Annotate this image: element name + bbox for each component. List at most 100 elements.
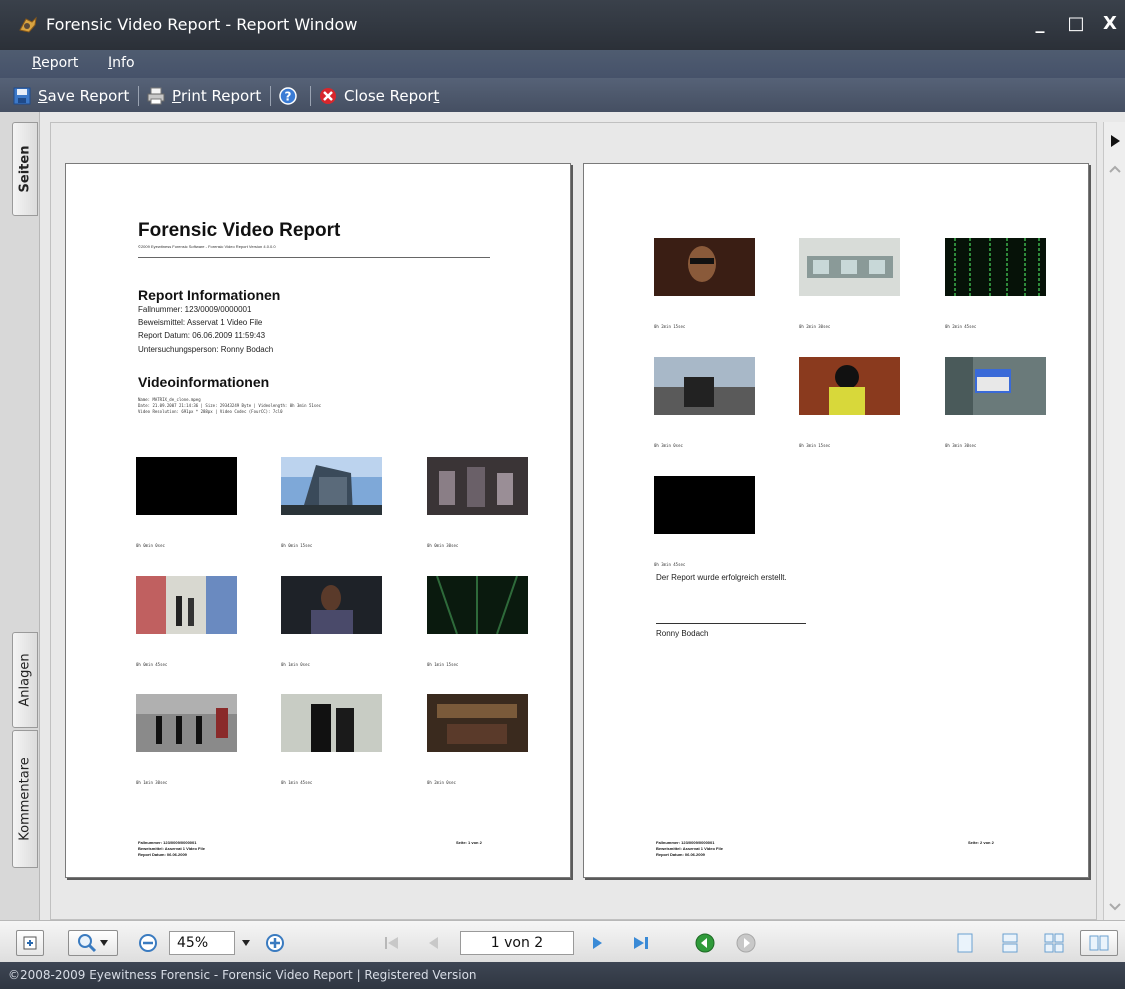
multi-page-icon xyxy=(1044,933,1064,953)
info-line: Report Datum: 06.06.2009 11:59:43 xyxy=(138,331,266,340)
title-bar: Forensic Video Report - Report Window _ … xyxy=(0,0,1125,50)
tab-anlagen[interactable]: Anlagen xyxy=(12,632,38,728)
title-divider xyxy=(138,257,490,258)
facing-pages-icon xyxy=(1089,935,1109,951)
section-video-info: Videoinformationen xyxy=(138,374,270,390)
zoom-dropdown-button[interactable] xyxy=(238,930,254,956)
tab-kommentare[interactable]: Kommentare xyxy=(12,730,38,868)
last-page-button[interactable] xyxy=(628,930,654,956)
video-thumbnail xyxy=(281,457,382,515)
video-thumbnail xyxy=(281,576,382,634)
footer-info: Fallnummer: 123/0009/0000001 Beweismitte… xyxy=(656,840,723,858)
save-label: ave Report xyxy=(47,87,130,105)
page-number-field[interactable]: 1 von 2 xyxy=(460,931,574,955)
save-icon xyxy=(13,87,31,105)
navigation-bar: 45% 1 von 2 xyxy=(0,920,1125,962)
toolbar-separator xyxy=(138,86,139,106)
thumbnail-caption: 0h 1min 30sec xyxy=(136,780,168,785)
close-window-button[interactable]: X xyxy=(1098,12,1122,36)
add-page-button[interactable] xyxy=(16,930,44,956)
footer-info: Fallnummer: 123/0009/0000001 Beweismitte… xyxy=(138,840,205,858)
first-page-button[interactable] xyxy=(380,930,404,956)
print-icon xyxy=(147,87,165,105)
video-line: Name: MATRIX_de_clone.mpeg xyxy=(138,397,201,402)
minimize-button[interactable]: _ xyxy=(1028,12,1052,36)
info-line: Fallnummer: 123/0009/0000001 xyxy=(138,305,252,314)
save-mnemonic: S xyxy=(38,87,48,105)
thumbnail-caption: 0h 1min 0sec xyxy=(281,662,310,667)
footer-line: Report Datum: 06.06.2009 xyxy=(138,852,187,857)
menu-bar: Report Info xyxy=(0,50,1125,78)
close-report-button[interactable]: Close Repor t xyxy=(318,85,439,107)
menu-report[interactable]: Report xyxy=(32,55,78,71)
video-thumbnail xyxy=(427,457,528,515)
continuous-button[interactable] xyxy=(998,930,1022,956)
scroll-down-icon[interactable] xyxy=(1109,902,1121,912)
save-report-button[interactable]: Save Report xyxy=(12,85,129,107)
zoom-out-icon xyxy=(139,934,157,952)
maximize-button[interactable]: □ xyxy=(1064,12,1088,36)
zoom-out-button[interactable] xyxy=(135,930,161,956)
video-thumbnail xyxy=(799,357,900,415)
multi-page-button[interactable] xyxy=(1042,930,1066,956)
video-thumbnail xyxy=(427,694,528,752)
facing-pages-button[interactable] xyxy=(1080,930,1118,956)
prev-page-icon xyxy=(429,937,438,949)
menu-report-mnemonic: R xyxy=(32,55,42,71)
toolbar-separator xyxy=(270,86,271,106)
thumbnail-caption: 0h 2min 30sec xyxy=(799,324,831,329)
report-copyright: ©2009 Eyewitness Forensic Software - For… xyxy=(138,244,276,249)
zoom-in-button[interactable] xyxy=(262,930,288,956)
close-report-label: Close Repor xyxy=(344,87,434,105)
zoom-tool-button[interactable] xyxy=(68,930,118,956)
video-thumbnail xyxy=(654,476,755,534)
menu-info[interactable]: Info xyxy=(108,55,135,71)
report-page-1: Forensic Video Report ©2009 Eyewitness F… xyxy=(65,163,571,878)
page-number-label: Seite: 1 von 2 xyxy=(456,840,482,845)
tab-seiten[interactable]: Seiten xyxy=(12,122,38,216)
report-title: Forensic Video Report xyxy=(138,220,341,241)
video-thumbnail xyxy=(654,238,755,296)
thumbnail-caption: 0h 3min 15sec xyxy=(799,443,831,448)
video-line: Date: 21.09.2007 21:14:36 | Size: 293432… xyxy=(138,403,322,408)
vertical-scrollbar[interactable] xyxy=(1103,122,1125,920)
next-page-button[interactable] xyxy=(585,930,609,956)
thumbnail-caption: 0h 0min 45sec xyxy=(136,662,168,667)
thumbnail-caption: 0h 2min 45sec xyxy=(945,324,977,329)
prev-page-button[interactable] xyxy=(422,930,446,956)
thumbnail-caption: 0h 0min 0sec xyxy=(136,543,165,548)
tab-anlagen-label: Anlagen xyxy=(17,653,33,707)
forward-button[interactable] xyxy=(733,930,759,956)
section-report-info: Report Informationen xyxy=(138,287,281,303)
toolbar-separator xyxy=(310,86,311,106)
next-page-icon xyxy=(593,937,602,949)
close-report-mnemonic: t xyxy=(433,87,440,105)
first-page-icon xyxy=(385,937,398,949)
video-thumbnail xyxy=(945,357,1046,415)
svg-text:?: ? xyxy=(285,90,292,104)
report-window: Forensic Video Report - Report Window _ … xyxy=(0,0,1125,989)
scroll-up-icon[interactable] xyxy=(1109,164,1121,174)
document-viewer[interactable]: Forensic Video Report ©2009 Eyewitness F… xyxy=(50,122,1097,920)
video-line: Video Resolution: 691px * 288px | Video … xyxy=(138,409,283,414)
side-panel: Seiten Anlagen Kommentare xyxy=(0,112,40,920)
thumbnail-caption: 0h 3min 0sec xyxy=(654,443,683,448)
expand-panel-icon[interactable] xyxy=(1109,134,1121,148)
back-icon xyxy=(695,933,715,953)
print-report-button[interactable]: Print Report xyxy=(146,85,261,107)
video-thumbnail xyxy=(136,457,237,515)
toolbar: Save Report Print Report ? Close Repor t xyxy=(0,78,1125,112)
continuous-icon xyxy=(1002,933,1018,953)
thumbnail-caption: 0h 0min 15sec xyxy=(281,543,313,548)
zoom-level-field[interactable]: 45% xyxy=(169,931,235,955)
success-message: Der Report wurde erfolgreich erstellt. xyxy=(656,573,787,582)
info-line: Untersuchungsperson: Ronny Bodach xyxy=(138,345,274,354)
add-page-icon xyxy=(23,936,37,950)
help-button[interactable]: ? xyxy=(278,85,304,107)
signature-line xyxy=(656,623,806,624)
single-page-button[interactable] xyxy=(953,930,977,956)
thumbnail-caption: 0h 1min 45sec xyxy=(281,780,313,785)
back-button[interactable] xyxy=(692,930,718,956)
forward-icon xyxy=(736,933,756,953)
help-icon: ? xyxy=(279,87,297,105)
